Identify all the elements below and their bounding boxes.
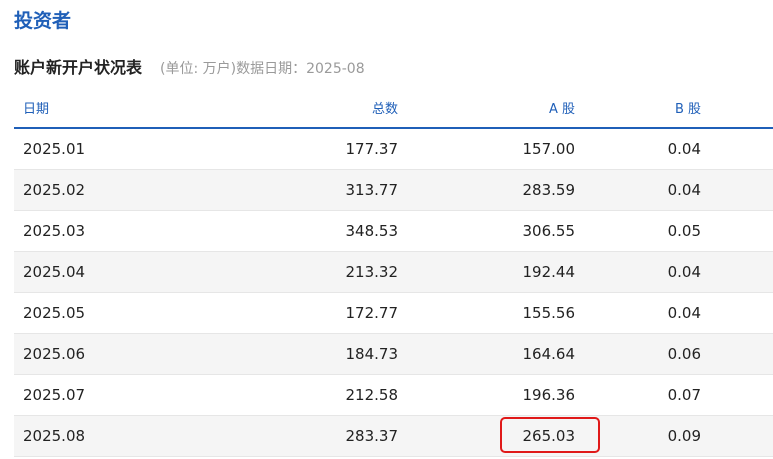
table-row: 2025.08 283.37 265.03 0.09 [14, 415, 773, 457]
table-header-row: 日期 总数 A 股 B 股 [14, 88, 773, 129]
cell-date: 2025.04 [14, 251, 134, 293]
cell-date: 2025.08 [14, 415, 134, 457]
cell-spacer [701, 251, 773, 293]
cell-a-share: 192.44 [398, 251, 575, 293]
table-row: 2025.07 212.58 196.36 0.07 [14, 374, 773, 416]
column-header-spacer [701, 88, 773, 129]
cell-b-share: 0.04 [575, 292, 701, 334]
cell-b-share: 0.05 [575, 210, 701, 252]
cell-total: 348.53 [134, 210, 398, 252]
cell-b-share: 0.06 [575, 333, 701, 375]
cell-spacer [701, 128, 773, 170]
cell-a-share: 155.56 [398, 292, 575, 334]
cell-total: 184.73 [134, 333, 398, 375]
cell-date: 2025.03 [14, 210, 134, 252]
cell-total: 212.58 [134, 374, 398, 416]
cell-b-share: 0.04 [575, 251, 701, 293]
cell-b-share: 0.07 [575, 374, 701, 416]
cell-b-share: 0.04 [575, 128, 701, 170]
cell-a-share: 196.36 [398, 374, 575, 416]
table-row: 2025.01 177.37 157.00 0.04 [14, 128, 773, 170]
cell-spacer [701, 374, 773, 416]
table-row: 2025.05 172.77 155.56 0.04 [14, 292, 773, 334]
cell-date: 2025.06 [14, 333, 134, 375]
cell-b-share: 0.04 [575, 169, 701, 211]
table-note: (单位: 万户)数据日期：2025-08 [160, 61, 365, 77]
cell-total: 177.37 [134, 128, 398, 170]
column-header-b-share: B 股 [575, 88, 701, 129]
table-caption: 账户新开户状况表 (单位: 万户)数据日期：2025-08 [14, 54, 365, 78]
column-header-date: 日期 [14, 88, 134, 129]
cell-date: 2025.05 [14, 292, 134, 334]
cell-a-share: 164.64 [398, 333, 575, 375]
cell-total: 172.77 [134, 292, 398, 334]
cell-a-share-highlighted: 265.03 [398, 415, 575, 457]
cell-spacer [701, 210, 773, 252]
cell-total: 283.37 [134, 415, 398, 457]
cell-spacer [701, 333, 773, 375]
table-row: 2025.06 184.73 164.64 0.06 [14, 333, 773, 375]
table-title: 账户新开户状况表 [14, 58, 143, 77]
cell-date: 2025.02 [14, 169, 134, 211]
table-row: 2025.04 213.32 192.44 0.04 [14, 251, 773, 293]
cell-b-share: 0.09 [575, 415, 701, 457]
cell-a-share: 157.00 [398, 128, 575, 170]
cell-total: 213.32 [134, 251, 398, 293]
cell-a-share: 283.59 [398, 169, 575, 211]
cell-spacer [701, 415, 773, 457]
cell-total: 313.77 [134, 169, 398, 211]
cell-spacer [701, 169, 773, 211]
table-row: 2025.03 348.53 306.55 0.05 [14, 210, 773, 252]
cell-a-share: 306.55 [398, 210, 575, 252]
cell-date: 2025.01 [14, 128, 134, 170]
cell-spacer [701, 292, 773, 334]
new-accounts-table: 日期 总数 A 股 B 股 2025.01 177.37 157.00 0.04… [14, 88, 773, 457]
column-header-a-share: A 股 [398, 88, 575, 129]
section-title: 投资者 [14, 10, 72, 32]
cell-date: 2025.07 [14, 374, 134, 416]
table-row: 2025.02 313.77 283.59 0.04 [14, 169, 773, 211]
column-header-total: 总数 [134, 88, 398, 129]
